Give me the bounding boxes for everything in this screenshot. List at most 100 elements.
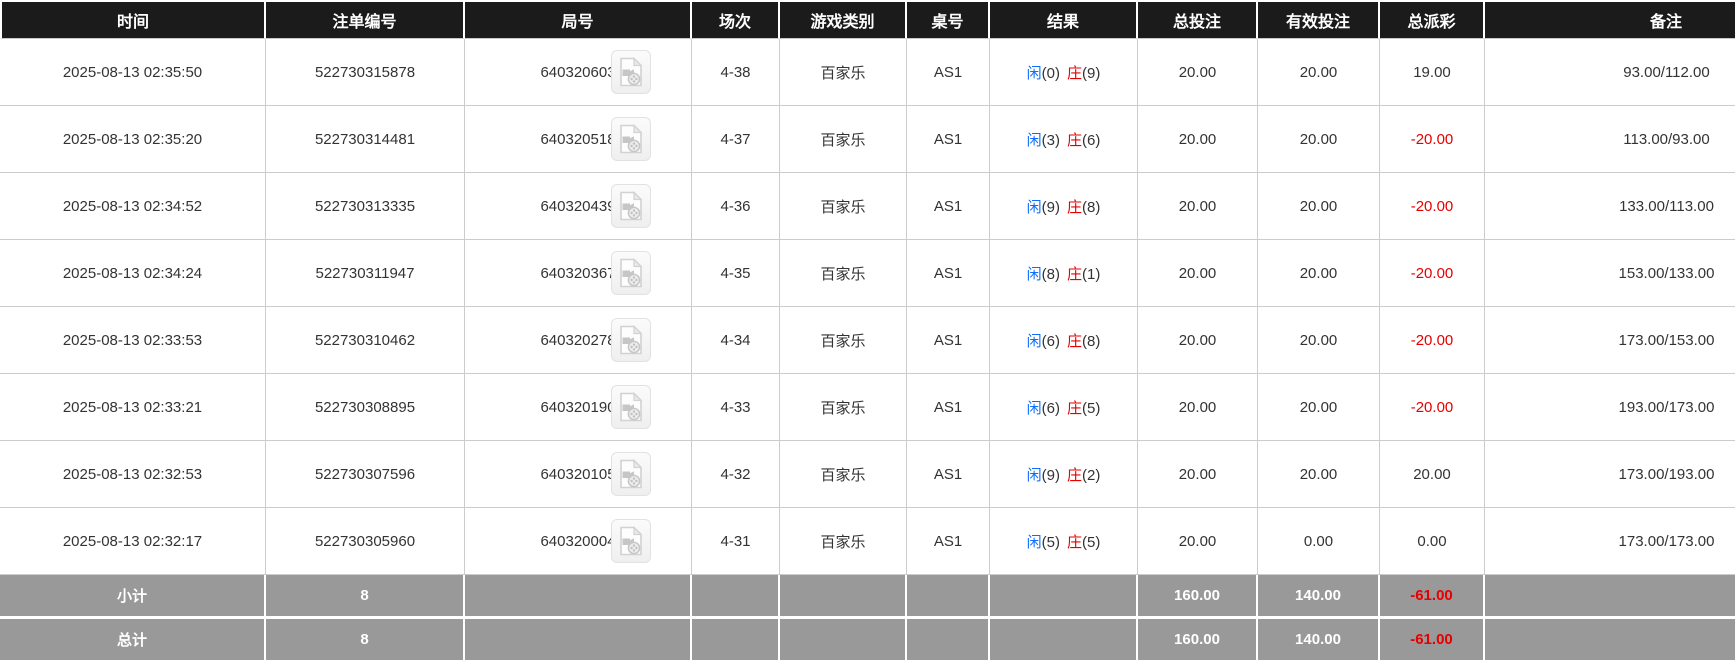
cell-result: 闲(3) 庄(6) [990, 106, 1138, 173]
player-label: 闲 [1026, 131, 1042, 149]
summary-count: 8 [266, 619, 465, 663]
round-id: 640320004 [540, 532, 616, 550]
cell-time: 2025-08-13 02:33:21 [0, 374, 266, 441]
cell-game-type: 百家乐 [780, 173, 907, 240]
video-replay-button[interactable] [611, 184, 651, 228]
cell-result: 闲(8) 庄(1) [990, 240, 1138, 307]
cell-total-payout: -20.00 [1380, 173, 1485, 240]
video-file-icon [620, 459, 643, 489]
cell-bet-id: 522730310462 [266, 307, 465, 374]
video-file-icon [620, 258, 643, 288]
video-file-icon [620, 124, 643, 154]
round-id: 640320278 [540, 331, 616, 349]
round-id: 640320439 [540, 197, 616, 215]
video-replay-button[interactable] [611, 385, 651, 429]
cell-remark: 173.00/173.00 [1485, 508, 1735, 575]
cell-total-bet: 20.00 [1138, 106, 1258, 173]
cell-time: 2025-08-13 02:35:50 [0, 39, 266, 106]
col-header-0: 时间 [0, 0, 266, 39]
col-header-4: 游戏类别 [780, 0, 907, 39]
header-row: 时间 注单编号 局号 场次 游戏类别 桌号 结果 总投注 有效投注 总派彩 备注 [0, 0, 1735, 39]
cell-remark: 153.00/133.00 [1485, 240, 1735, 307]
cell-total-payout: -20.00 [1380, 307, 1485, 374]
video-file-icon [620, 526, 643, 556]
table-row: 2025-08-13 02:34:24 522730311947 6403203… [0, 240, 1735, 307]
cell-bet-id: 522730305960 [266, 508, 465, 575]
cell-table-no: AS1 [907, 39, 990, 106]
col-header-3: 场次 [692, 0, 780, 39]
col-header-2: 局号 [465, 0, 692, 39]
player-score: (9) [1041, 198, 1060, 216]
banker-score: (6) [1082, 131, 1101, 149]
summary-empty-game [780, 575, 907, 619]
cell-total-payout: -20.00 [1380, 374, 1485, 441]
summary-row: 总计 8 160.00 140.00 -61.00 [0, 619, 1735, 663]
cell-total-payout: 19.00 [1380, 39, 1485, 106]
round-id: 640320367 [540, 264, 616, 282]
cell-game-type: 百家乐 [780, 374, 907, 441]
player-label: 闲 [1026, 466, 1042, 484]
summary-empty-remark [1485, 575, 1735, 619]
summary-empty-result [990, 619, 1138, 663]
cell-session: 4-31 [692, 508, 780, 575]
col-header-5: 桌号 [907, 0, 990, 39]
summary-valid-bet: 140.00 [1258, 575, 1380, 619]
cell-total-bet: 20.00 [1138, 508, 1258, 575]
player-score: (0) [1041, 64, 1060, 82]
col-header-7: 总投注 [1138, 0, 1258, 39]
video-replay-button[interactable] [611, 117, 651, 161]
cell-total-bet: 20.00 [1138, 39, 1258, 106]
table-row: 2025-08-13 02:32:17 522730305960 6403200… [0, 508, 1735, 575]
cell-valid-bet: 20.00 [1258, 307, 1380, 374]
cell-total-bet: 20.00 [1138, 173, 1258, 240]
cell-session: 4-33 [692, 374, 780, 441]
cell-result: 闲(5) 庄(5) [990, 508, 1138, 575]
cell-valid-bet: 20.00 [1258, 441, 1380, 508]
cell-time: 2025-08-13 02:32:53 [0, 441, 266, 508]
cell-round: 640320603 [465, 39, 692, 106]
video-replay-button[interactable] [611, 452, 651, 496]
summary-row: 小计 8 160.00 140.00 -61.00 [0, 575, 1735, 619]
banker-score: (1) [1082, 265, 1101, 283]
cell-valid-bet: 20.00 [1258, 240, 1380, 307]
player-label: 闲 [1026, 332, 1042, 350]
video-replay-button[interactable] [611, 519, 651, 563]
summary-total-payout: -61.00 [1380, 575, 1485, 619]
summary-label: 小计 [0, 575, 266, 619]
cell-remark: 173.00/193.00 [1485, 441, 1735, 508]
cell-bet-id: 522730313335 [266, 173, 465, 240]
banker-label: 庄 [1067, 332, 1083, 350]
video-replay-button[interactable] [611, 318, 651, 362]
round-id: 640320603 [540, 63, 616, 81]
table-row: 2025-08-13 02:33:21 522730308895 6403201… [0, 374, 1735, 441]
summary-empty-session [692, 575, 780, 619]
summary-empty-remark [1485, 619, 1735, 663]
player-score: (6) [1041, 332, 1060, 350]
cell-time: 2025-08-13 02:34:52 [0, 173, 266, 240]
cell-total-payout: -20.00 [1380, 106, 1485, 173]
video-file-icon [620, 325, 643, 355]
banker-label: 庄 [1067, 265, 1083, 283]
round-id: 640320518 [540, 130, 616, 148]
video-file-icon [620, 57, 643, 87]
video-replay-button[interactable] [611, 50, 651, 94]
cell-result: 闲(6) 庄(5) [990, 374, 1138, 441]
cell-valid-bet: 20.00 [1258, 39, 1380, 106]
cell-round: 640320278 [465, 307, 692, 374]
player-score: (8) [1041, 265, 1060, 283]
cell-bet-id: 522730311947 [266, 240, 465, 307]
video-replay-button[interactable] [611, 251, 651, 295]
player-label: 闲 [1026, 64, 1042, 82]
player-score: (5) [1041, 533, 1060, 551]
banker-label: 庄 [1067, 131, 1083, 149]
cell-round: 640320518 [465, 106, 692, 173]
cell-session: 4-32 [692, 441, 780, 508]
cell-bet-id: 522730307596 [266, 441, 465, 508]
col-header-9: 总派彩 [1380, 0, 1485, 39]
player-label: 闲 [1026, 399, 1042, 417]
round-id: 640320190 [540, 398, 616, 416]
banker-score: (8) [1082, 198, 1101, 216]
player-label: 闲 [1026, 265, 1042, 283]
cell-table-no: AS1 [907, 374, 990, 441]
table-row: 2025-08-13 02:34:52 522730313335 6403204… [0, 173, 1735, 240]
